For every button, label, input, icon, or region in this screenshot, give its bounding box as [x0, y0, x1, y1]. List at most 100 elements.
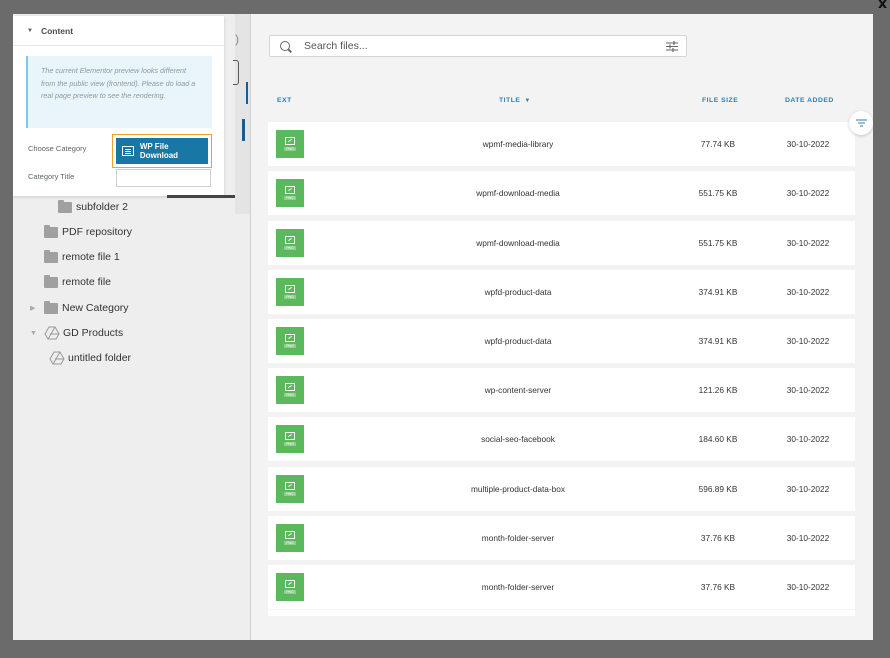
caret-down-icon[interactable]: ▼: [30, 330, 38, 337]
preview-notice: The current Elementor preview looks diff…: [26, 56, 212, 128]
close-icon[interactable]: x: [878, 0, 887, 11]
file-title[interactable]: multiple-product-data-box: [388, 467, 648, 511]
tree-item-label: remote file 1: [62, 251, 120, 263]
file-row[interactable]: [268, 610, 855, 616]
caret-right-icon[interactable]: ▶: [30, 304, 38, 312]
google-drive-icon: [44, 326, 60, 340]
column-header-ext[interactable]: EXT: [277, 97, 292, 104]
folder-icon: [58, 199, 72, 213]
file-title[interactable]: wpmf-download-media: [388, 171, 648, 215]
png-file-icon: PNG: [276, 523, 304, 552]
png-file-icon: PNG: [276, 130, 304, 159]
file-title[interactable]: wp-content-server: [388, 368, 648, 412]
content-section-header[interactable]: ▼ Content: [13, 16, 224, 46]
png-file-icon: PNG: [276, 179, 304, 208]
file-row[interactable]: PNG wpfd-product-data 374.91 KB 30-10-20…: [268, 269, 855, 314]
file-ext-label: PNG: [284, 343, 296, 348]
image-icon: [285, 579, 295, 588]
file-ext-label: PNG: [284, 196, 296, 201]
file-ext-label: PNG: [284, 589, 296, 594]
tree-item-remote-file[interactable]: remote file: [44, 272, 111, 292]
file-row[interactable]: PNG wpmf-download-media 551.75 KB 30-10-…: [268, 171, 855, 216]
file-row[interactable]: PNG wpmf-download-media 551.75 KB 30-10-…: [268, 220, 855, 265]
file-ext-label: PNG: [284, 540, 296, 545]
file-row[interactable]: PNG social-seo-facebook 184.60 KB 30-10-…: [268, 417, 855, 462]
file-size: 37.76 KB: [700, 532, 736, 543]
png-file-icon: PNG: [276, 376, 304, 405]
file-date: 30-10-2022: [786, 188, 830, 199]
search-input[interactable]: [304, 40, 644, 52]
divider: [167, 195, 235, 198]
file-row[interactable]: PNG wp-content-server 121.26 KB 30-10-20…: [268, 368, 855, 413]
file-title[interactable]: wpmf-download-media: [388, 221, 648, 265]
file-date: 30-10-2022: [786, 434, 830, 445]
png-file-icon: PNG: [276, 474, 304, 503]
filter-icon: [855, 119, 867, 127]
file-row[interactable]: PNG wpfd-product-data 374.91 KB 30-10-20…: [268, 318, 855, 363]
panel-edge: [233, 60, 239, 85]
file-date: 30-10-2022: [786, 385, 830, 396]
search-icon: [280, 41, 290, 51]
sliders-icon[interactable]: [666, 41, 678, 52]
sort-desc-icon: ▼: [524, 98, 531, 104]
search-box[interactable]: [269, 35, 687, 57]
folder-icon: [44, 300, 58, 314]
file-title[interactable]: social-seo-facebook: [388, 417, 648, 461]
tree-item-pdf-repository[interactable]: PDF repository: [44, 222, 132, 242]
file-row[interactable]: PNG month-folder-server 37.76 KB 30-10-2…: [268, 564, 855, 609]
tree-item-label: New Category: [62, 302, 129, 314]
image-icon: [285, 432, 295, 441]
image-icon: [285, 284, 295, 293]
tree-item-label: untitled folder: [68, 352, 132, 364]
image-icon: [285, 186, 295, 195]
file-ext-label: PNG: [284, 294, 296, 299]
file-date: 30-10-2022: [786, 532, 830, 543]
filter-button[interactable]: [849, 111, 873, 135]
wp-file-download-button[interactable]: WP File Download: [116, 138, 208, 164]
scrollbar-thumb[interactable]: [242, 119, 245, 141]
folder-icon: [44, 274, 58, 288]
image-icon: [285, 235, 295, 244]
image-icon: [285, 333, 295, 342]
category-title-input[interactable]: [116, 169, 211, 187]
tree-item-label: PDF repository: [62, 226, 133, 238]
tree-item-untitled-folder[interactable]: untitled folder: [49, 348, 131, 368]
file-ext-label: PNG: [284, 491, 296, 496]
file-ext-label: PNG: [284, 442, 296, 447]
file-date: 30-10-2022: [786, 139, 830, 150]
png-file-icon: PNG: [276, 277, 304, 306]
column-header-title[interactable]: TITLE ▼: [499, 97, 531, 104]
file-size: 77.74 KB: [700, 139, 736, 150]
tree-item-gd-products[interactable]: ▼ GD Products: [30, 323, 123, 343]
folder-icon: [44, 249, 58, 263]
files-pane: EXT TITLE▼ FILE SIZE DATE ADDED PNG wpmf…: [251, 14, 873, 640]
file-ext-label: PNG: [284, 147, 296, 152]
file-size: 551.75 KB: [698, 237, 738, 248]
file-size: 184.60 KB: [698, 434, 738, 445]
column-header-date[interactable]: DATE ADDED: [785, 97, 834, 104]
file-title[interactable]: wpmf-media-library: [388, 122, 648, 166]
file-row[interactable]: PNG month-folder-server 37.76 KB 30-10-2…: [268, 515, 855, 560]
column-header-title-label: TITLE: [499, 97, 521, 104]
file-date: 30-10-2022: [786, 286, 830, 297]
tree-item-remote-file-1[interactable]: remote file 1: [44, 247, 120, 267]
file-date: 30-10-2022: [786, 483, 830, 494]
file-row[interactable]: PNG multiple-product-data-box 596.89 KB …: [268, 466, 855, 511]
file-size: 374.91 KB: [698, 335, 738, 346]
triangle-down-icon: ▼: [27, 27, 33, 34]
file-row[interactable]: PNG wpmf-media-library 77.74 KB 30-10-20…: [268, 122, 855, 167]
tree-item-subfolder-2[interactable]: subfolder 2: [58, 197, 128, 217]
file-title[interactable]: wpfd-product-data: [388, 270, 648, 314]
elementor-content-panel: ▼ Content The current Elementor preview …: [13, 16, 224, 196]
file-list-icon: [122, 146, 134, 156]
file-ext-label: PNG: [284, 245, 296, 250]
png-file-icon: PNG: [276, 572, 304, 601]
png-file-icon: PNG: [276, 326, 304, 355]
file-size: 121.26 KB: [698, 385, 738, 396]
file-title[interactable]: month-folder-server: [388, 565, 648, 609]
file-size: 374.91 KB: [698, 286, 738, 297]
file-title[interactable]: month-folder-server: [388, 516, 648, 560]
column-header-size[interactable]: FILE SIZE: [702, 97, 738, 104]
tree-item-new-category[interactable]: ▶ New Category: [30, 298, 129, 318]
file-title[interactable]: wpfd-product-data: [388, 319, 648, 363]
